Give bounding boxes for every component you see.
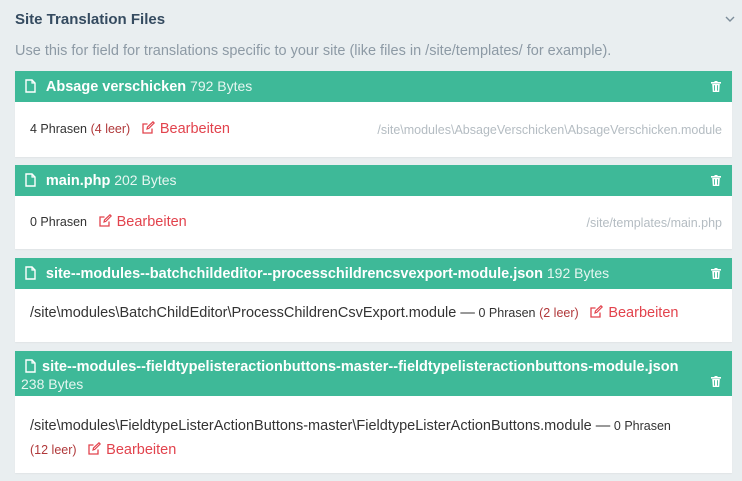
file-icon (25, 173, 36, 187)
phrase-count: 0 Phrasen (613, 419, 671, 433)
panel-description: Use this for field for translations spec… (15, 43, 612, 59)
file-body: /site\modules\FieldtypeListerActionButto… (15, 396, 732, 473)
file-name: site--modules--fieldtypelisteractionbutt… (42, 359, 679, 375)
edit-label: Bearbeiten (159, 121, 230, 137)
edit-link[interactable]: Bearbeiten (590, 305, 678, 321)
file-name: Absage verschicken (45, 79, 187, 95)
empty-count: (12 leer) (30, 443, 77, 457)
file-size: 238 Bytes (21, 376, 84, 392)
file-header: main.php 202 Bytes (15, 165, 732, 196)
edit-link[interactable]: Bearbeiten (88, 442, 176, 458)
trash-icon[interactable] (711, 376, 721, 387)
edit-icon (88, 442, 102, 455)
file-icon (25, 79, 36, 93)
file-path: /site\modules\BatchChildEditor\ProcessCh… (30, 305, 475, 321)
file-size: 792 Bytes (190, 78, 253, 94)
file-body: /site\modules\BatchChildEditor\ProcessCh… (15, 289, 732, 342)
file-header: Absage verschicken 792 Bytes (15, 71, 732, 102)
phrase-count: 0 Phrasen (30, 215, 87, 229)
translation-file-item: Absage verschicken 792 Bytes 4 Phrasen (… (15, 71, 732, 157)
empty-count: (2 leer) (539, 306, 579, 320)
phrase-count: 4 Phrasen (30, 122, 87, 136)
file-body: 0 Phrasen Bearbeiten /site/templates/mai… (15, 196, 732, 249)
edit-link[interactable]: Bearbeiten (142, 121, 230, 137)
edit-icon (590, 305, 604, 318)
edit-icon (142, 121, 155, 134)
file-name: site--modules--batchchildeditor--process… (45, 266, 543, 282)
file-header: site--modules--fieldtypelisteractionbutt… (15, 351, 732, 396)
panel-title: Site Translation Files (15, 11, 166, 28)
trash-icon[interactable] (711, 81, 721, 92)
edit-icon (98, 214, 112, 227)
edit-label: Bearbeiten (116, 214, 187, 230)
file-header: site--modules--batchchildeditor--process… (15, 258, 732, 289)
file-path: /site\modules\AbsageVerschicken\AbsageVe… (377, 123, 722, 137)
translation-files-panel: Site Translation Files Use this for fiel… (0, 0, 742, 481)
file-body: 4 Phrasen (4 leer) Bearbeiten /site\modu… (15, 102, 732, 157)
trash-icon[interactable] (711, 268, 721, 279)
translation-file-item: main.php 202 Bytes 0 Phrasen Bearbeiten (15, 165, 732, 249)
edit-label: Bearbeiten (608, 305, 679, 321)
panel-header[interactable]: Site Translation Files (0, 0, 742, 40)
translation-file-item: site--modules--batchchildeditor--process… (15, 258, 732, 342)
file-path: /site/templates/main.php (586, 216, 723, 230)
phrase-count: 0 Phrasen (478, 306, 536, 320)
trash-icon[interactable] (711, 175, 721, 186)
edit-label: Bearbeiten (106, 442, 177, 458)
file-path: /site\modules\FieldtypeListerActionButto… (30, 418, 611, 434)
file-size: 202 Bytes (114, 172, 177, 188)
file-icon (25, 359, 36, 373)
empty-count: (4 leer) (90, 122, 131, 136)
edit-link[interactable]: Bearbeiten (98, 214, 187, 230)
file-size: 192 Bytes (546, 265, 610, 281)
file-name: main.php (45, 173, 111, 189)
translation-file-item: site--modules--fieldtypelisteractionbutt… (15, 351, 732, 473)
file-icon (25, 266, 36, 280)
chevron-down-icon[interactable] (724, 13, 736, 25)
